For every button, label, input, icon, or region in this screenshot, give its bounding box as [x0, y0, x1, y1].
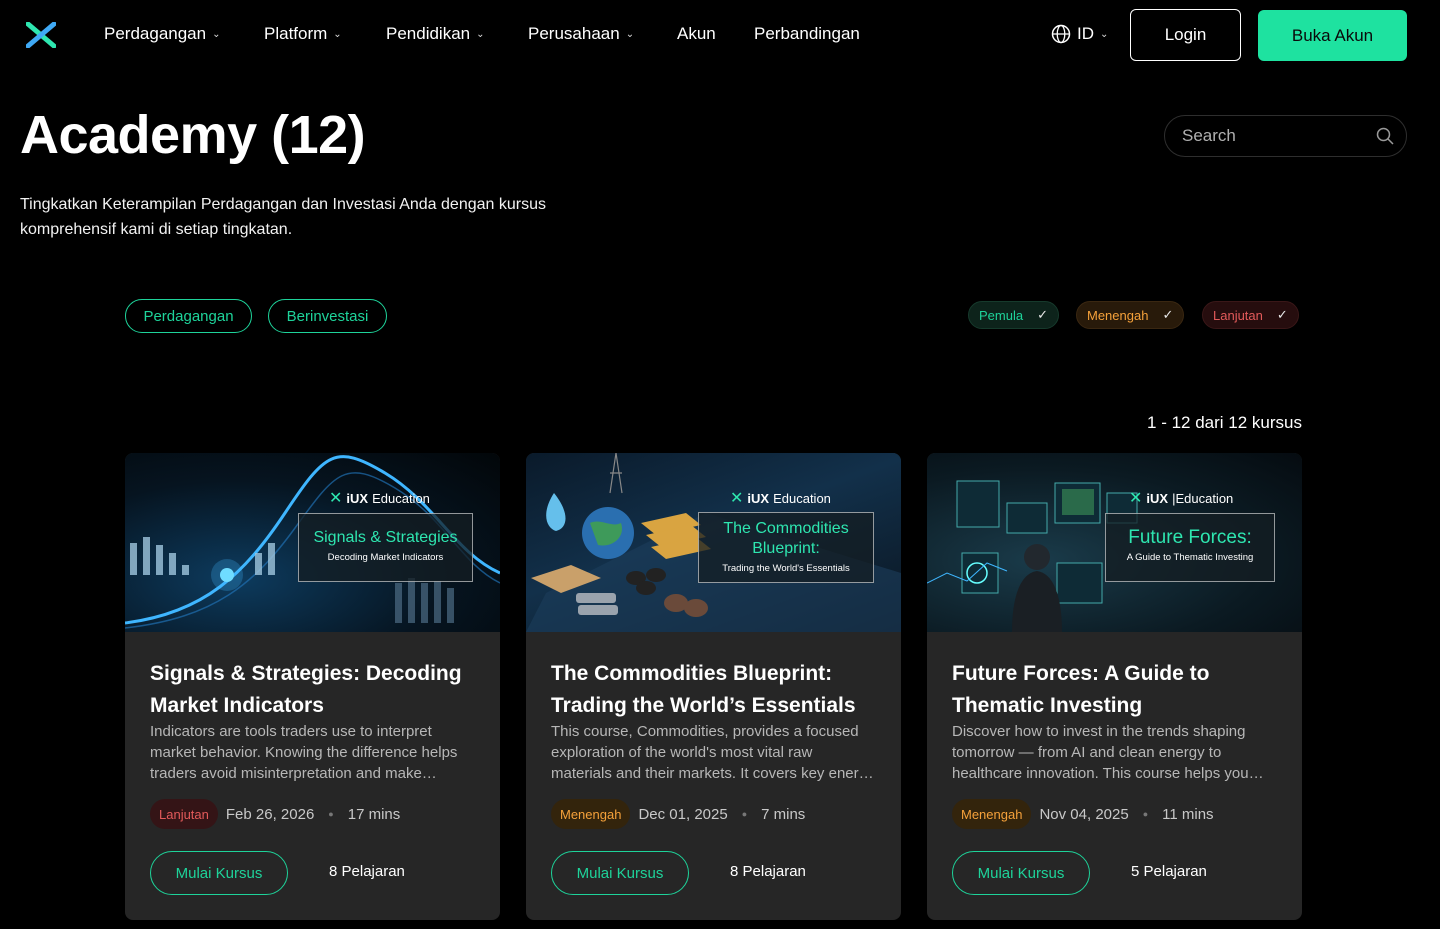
thumbnail-title: Future Forces:: [1128, 527, 1252, 548]
course-title[interactable]: The Commodities Blueprint: Trading the W…: [551, 658, 881, 722]
login-button[interactable]: Login: [1130, 9, 1241, 61]
thumbnail-title: The Commodities Blueprint:: [723, 520, 849, 557]
nav-company[interactable]: Perusahaan ⌄: [528, 24, 634, 44]
course-title[interactable]: Signals & Strategies: Decoding Market In…: [150, 658, 480, 722]
check-icon: ✓: [1162, 307, 1174, 322]
thumbnail-title-box: Future Forces: A Guide to Thematic Inves…: [1105, 513, 1275, 582]
course-description: Discover how to invest in the trends sha…: [952, 723, 1264, 782]
page-title: Academy (12): [20, 105, 366, 165]
course-date: Dec 01, 2025: [638, 805, 728, 823]
nav-platform-label: Platform: [264, 24, 328, 43]
language-selector[interactable]: ID ⌄: [1051, 24, 1108, 44]
nav-account-label: Akun: [677, 24, 716, 43]
level-badge: Lanjutan: [150, 799, 218, 829]
chevron-down-icon: ⌄: [333, 28, 342, 40]
nav-comparison-label: Perbandingan: [754, 24, 860, 43]
lesson-count: 8 Pelajaran: [730, 863, 806, 880]
course-thumbnail: ✕ iUX Education Signals & Strategies Dec…: [125, 453, 500, 632]
nav-education-label: Pendidikan: [386, 24, 471, 43]
separator-dot: ●: [1142, 809, 1149, 819]
filter-trading[interactable]: Perdagangan: [125, 299, 252, 333]
brand-x-icon: ✕: [1129, 490, 1143, 507]
lesson-count: 5 Pelajaran: [1131, 863, 1207, 880]
check-icon: ✓: [1276, 307, 1288, 322]
start-course-button[interactable]: Mulai Kursus: [952, 851, 1090, 895]
thumbnail-brand-suffix: Education: [372, 490, 430, 506]
level-intermediate-label: Menengah: [1087, 307, 1149, 323]
thumbnail-brand-name: iUX: [747, 490, 770, 506]
nav-trading[interactable]: Perdagangan ⌄: [104, 24, 220, 44]
start-course-button[interactable]: Mulai Kursus: [551, 851, 689, 895]
search-input[interactable]: Search: [1164, 115, 1407, 157]
thumbnail-brand: ✕ iUX |Education: [1129, 488, 1233, 508]
check-icon: ✓: [1037, 307, 1048, 322]
brand-x-icon: ✕: [730, 490, 744, 507]
thumbnail-subtitle: Decoding Market Indicators: [327, 552, 444, 563]
course-date: Nov 04, 2025: [1039, 805, 1129, 823]
thumbnail-title-box: The Commodities Blueprint: Trading the W…: [698, 512, 874, 583]
results-count: 1 - 12 dari 12 kursus: [1147, 413, 1302, 432]
search-icon[interactable]: [1376, 127, 1394, 145]
separator-dot: ●: [328, 809, 334, 819]
top-navbar: Perdagangan ⌄ Platform ⌄ Pendidikan ⌄ Perus…: [0, 0, 1440, 70]
separator-dot: ●: [741, 809, 748, 819]
lesson-count: 8 Pelajaran: [329, 863, 405, 880]
thumbnail-brand-name: iUX: [1146, 490, 1169, 506]
course-card[interactable]: ✕ iUX Education The Commodities Blueprin…: [526, 453, 901, 920]
course-meta: Menengah Nov 04, 2025 ● 11 mins: [952, 799, 1214, 829]
thumbnail-brand-suffix: Education: [773, 490, 831, 506]
course-duration: 7 mins: [761, 805, 806, 823]
nav-comparison[interactable]: Perbandingan: [754, 24, 860, 44]
level-badge: Menengah: [551, 799, 631, 829]
brand-x-icon: ✕: [329, 490, 343, 507]
course-title[interactable]: Future Forces: A Guide to Thematic Inves…: [952, 658, 1282, 722]
thumbnail-brand-suffix: |Education: [1172, 490, 1234, 506]
chevron-down-icon: ⌄: [1100, 28, 1109, 40]
start-course-button[interactable]: Mulai Kursus: [150, 851, 288, 895]
level-beginner-label: Pemula: [979, 307, 1024, 323]
course-thumbnail: ✕ iUX Education The Commodities Blueprin…: [526, 453, 901, 632]
nav-account[interactable]: Akun: [677, 24, 716, 44]
search-placeholder: Search: [1182, 126, 1236, 145]
course-description: Indicators are tools traders use to inte…: [150, 723, 458, 782]
filter-investing[interactable]: Berinvestasi: [268, 299, 387, 333]
course-description: This course, Commodities, provides a foc…: [551, 723, 874, 782]
level-filter-intermediate[interactable]: Menengah ✓: [1076, 301, 1185, 329]
course-card[interactable]: ✕ iUX |Education Future Forces: A Guide …: [927, 453, 1302, 920]
brand-logo-icon[interactable]: [26, 22, 56, 48]
level-advanced-label: Lanjutan: [1213, 307, 1263, 323]
thumbnail-title-box: Signals & Strategies Decoding Market Ind…: [298, 513, 473, 582]
course-duration: 11 mins: [1162, 805, 1214, 823]
course-card[interactable]: ✕ iUX Education Signals & Strategies Dec…: [125, 453, 500, 920]
level-badge: Menengah: [952, 799, 1032, 829]
nav-trading-label: Perdagangan: [104, 24, 207, 43]
course-meta: Menengah Dec 01, 2025 ● 7 mins: [551, 799, 805, 829]
globe-icon: [1051, 24, 1071, 44]
course-meta: Lanjutan Feb 26, 2026 ● 17 mins: [150, 799, 400, 829]
thumbnail-brand-name: iUX: [346, 490, 369, 506]
nav-platform[interactable]: Platform ⌄: [264, 24, 342, 44]
chevron-down-icon: ⌄: [212, 28, 221, 40]
course-thumbnail: ✕ iUX |Education Future Forces: A Guide …: [927, 453, 1302, 632]
nav-company-label: Perusahaan: [528, 24, 620, 43]
course-duration: 17 mins: [347, 805, 401, 823]
thumbnail-subtitle: A Guide to Thematic Investing: [1126, 552, 1254, 563]
chevron-down-icon: ⌄: [476, 28, 485, 40]
course-date: Feb 26, 2026: [225, 805, 315, 823]
thumbnail-title: Signals & Strategies: [313, 529, 458, 546]
thumbnail-subtitle: Trading the World's Essentials: [722, 563, 850, 574]
level-filter-advanced[interactable]: Lanjutan ✓: [1202, 301, 1299, 329]
open-account-button[interactable]: Buka Akun: [1258, 10, 1407, 61]
level-filter-beginner[interactable]: Pemula ✓: [968, 301, 1059, 329]
language-label: ID: [1077, 24, 1094, 43]
thumbnail-brand: ✕ iUX Education: [730, 488, 831, 508]
nav-education[interactable]: Pendidikan ⌄: [386, 24, 485, 44]
page-subtitle: Tingkatkan Keterampilan Perdagangan dan …: [20, 196, 546, 238]
thumbnail-brand: ✕ iUX Education: [329, 488, 430, 508]
chevron-down-icon: ⌄: [625, 28, 635, 40]
